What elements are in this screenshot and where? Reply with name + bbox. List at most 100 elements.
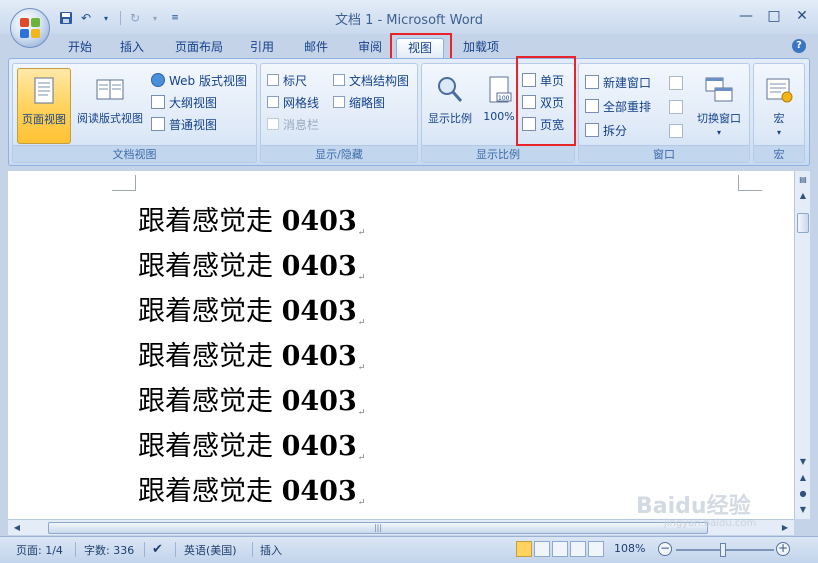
zoom-100-button[interactable]: 100 100% <box>480 68 518 144</box>
document-paragraph: 跟着感觉走 0403↵ <box>138 386 366 418</box>
zoom-level[interactable]: 108% <box>614 542 645 555</box>
reading-view-label: 阅读版式视图 <box>77 112 143 125</box>
message-bar-checkbox[interactable]: 消息栏 <box>267 114 319 134</box>
document-paragraph: 跟着感觉走 0403↵ <box>138 431 366 463</box>
message-bar-label: 消息栏 <box>283 117 320 132</box>
split-label: 拆分 <box>603 123 628 138</box>
page-count[interactable]: 页面: 1/4 <box>16 542 63 558</box>
web-layout-button[interactable]: Web 版式视图 <box>151 70 247 90</box>
tab-add-ins[interactable]: 加载项 <box>456 38 506 58</box>
close-button[interactable]: ✕ <box>792 8 812 24</box>
tab-review[interactable]: 审阅 <box>352 38 388 58</box>
ribbon: 页面视图 阅读版式视图 Web 版式视图 大纲视图 普通视图 文档视图 标尺 网… <box>8 58 810 166</box>
window-title: 文档 1 - Microsoft Word <box>334 13 484 28</box>
scroll-down-icon[interactable]: ▼ <box>796 455 810 469</box>
help-icon[interactable]: ? <box>792 39 806 53</box>
outline-view-icon[interactable] <box>570 541 586 557</box>
margin-corner-right <box>738 175 762 191</box>
macros-button[interactable]: 宏 ▾ <box>756 68 802 144</box>
synchronous-scrolling-icon[interactable] <box>669 100 683 114</box>
print-layout-view-icon[interactable] <box>516 541 532 557</box>
reading-view-icon <box>94 74 126 106</box>
arrange-all-button[interactable]: 全部重排 <box>585 96 651 116</box>
switch-windows-icon <box>703 74 735 106</box>
document-map-checkbox[interactable]: 文档结构图 <box>333 70 409 90</box>
baidu-watermark-url: jingyan.baidu.com <box>664 518 757 529</box>
tab-insert[interactable]: 插入 <box>114 38 150 58</box>
arrange-all-icon <box>585 99 599 113</box>
document-paragraph: 跟着感觉走 0403↵ <box>138 476 366 508</box>
split-button[interactable]: 拆分 <box>585 120 627 140</box>
select-browse-object-icon[interactable]: ● <box>796 487 810 501</box>
tab-mailings[interactable]: 邮件 <box>298 38 334 58</box>
zoom-in-icon[interactable]: + <box>776 542 790 556</box>
web-layout-view-icon[interactable] <box>552 541 568 557</box>
ruler-label: 标尺 <box>283 73 308 88</box>
reading-view-icon[interactable] <box>534 541 550 557</box>
word-count[interactable]: 字数: 336 <box>84 542 134 558</box>
new-window-button[interactable]: 新建窗口 <box>585 72 651 92</box>
status-separator <box>144 542 145 557</box>
magnifier-icon <box>434 74 466 106</box>
office-button[interactable] <box>10 8 50 48</box>
switch-windows-button[interactable]: 切换窗口 ▾ <box>691 68 747 144</box>
macros-label: 宏 <box>773 112 785 125</box>
reset-window-position-icon[interactable] <box>669 124 683 138</box>
tab-references[interactable]: 引用 <box>244 38 280 58</box>
thumbnails-checkbox[interactable]: 缩略图 <box>333 92 385 112</box>
print-layout-button[interactable]: 页面视图 <box>17 68 71 144</box>
baidu-watermark-logo: Baidu经验 <box>636 494 751 519</box>
outline-button[interactable]: 大纲视图 <box>151 92 217 112</box>
horizontal-scroll-thumb[interactable]: ||| <box>48 522 708 534</box>
full-screen-reading-button[interactable]: 阅读版式视图 <box>73 68 147 144</box>
status-separator <box>252 542 253 557</box>
tab-home[interactable]: 开始 <box>62 38 98 58</box>
insert-mode-indicator[interactable]: 插入 <box>260 542 282 558</box>
print-layout-icon <box>28 75 60 107</box>
tab-page-layout[interactable]: 页面布局 <box>170 38 228 58</box>
scroll-up-icon[interactable]: ▲ <box>796 189 810 203</box>
draft-button[interactable]: 普通视图 <box>151 114 217 134</box>
ruler-checkbox[interactable]: 标尺 <box>267 70 307 90</box>
zoom-100-label: 100% <box>483 110 515 123</box>
status-bar: 页面: 1/4 字数: 336 ✔ 英语(美国) 插入 108% − + <box>0 536 818 563</box>
draft-icon <box>151 117 165 131</box>
group-macros: 宏 ▾ 宏 <box>753 63 805 163</box>
status-separator <box>175 542 176 557</box>
proofing-icon[interactable]: ✔ <box>152 542 163 557</box>
document-paragraph: 跟着感觉走 0403↵ <box>138 251 366 283</box>
scroll-left-icon[interactable]: ◀ <box>10 521 24 535</box>
vertical-scrollbar[interactable]: ▤ ▲ ▼ ▲ ● ▼ <box>794 171 810 519</box>
checkbox-icon <box>333 96 345 108</box>
language-indicator[interactable]: 英语(美国) <box>184 542 237 558</box>
macros-icon <box>763 74 795 106</box>
next-page-icon[interactable]: ▼ <box>796 503 810 517</box>
page-100-icon: 100 <box>483 74 515 106</box>
vertical-scroll-thumb[interactable] <box>797 213 809 233</box>
outline-label: 大纲视图 <box>169 95 218 110</box>
chevron-down-icon: ▾ <box>716 128 721 137</box>
document-area[interactable]: 跟着感觉走 0403↵ 跟着感觉走 0403↵ 跟着感觉走 0403↵ 跟着感觉… <box>8 171 794 519</box>
gridlines-checkbox[interactable]: 网格线 <box>267 92 319 112</box>
gridlines-label: 网格线 <box>283 95 320 110</box>
minimize-button[interactable]: — <box>736 8 756 24</box>
scroll-right-icon[interactable]: ▶ <box>778 521 792 535</box>
maximize-button[interactable]: □ <box>764 8 784 24</box>
window-controls: — □ ✕ <box>736 8 812 24</box>
ruler-toggle-icon[interactable]: ▤ <box>796 173 810 187</box>
group-show-hide: 标尺 网格线 消息栏 文档结构图 缩略图 显示/隐藏 <box>260 63 418 163</box>
previous-page-icon[interactable]: ▲ <box>796 471 810 485</box>
zoom-out-icon[interactable]: − <box>658 542 672 556</box>
zoom-slider-knob[interactable] <box>720 543 726 557</box>
view-side-by-side-icon[interactable] <box>669 76 683 90</box>
group-label-zoom: 显示比例 <box>422 145 574 162</box>
print-layout-label: 页面视图 <box>22 113 66 126</box>
new-window-label: 新建窗口 <box>603 75 652 90</box>
new-window-icon <box>585 75 599 89</box>
switch-windows-label: 切换窗口 <box>697 112 741 125</box>
arrange-all-label: 全部重排 <box>603 99 652 114</box>
draft-view-icon[interactable] <box>588 541 604 557</box>
checkbox-icon <box>267 118 279 130</box>
zoom-button[interactable]: 显示比例 <box>424 68 476 144</box>
status-separator <box>75 542 76 557</box>
